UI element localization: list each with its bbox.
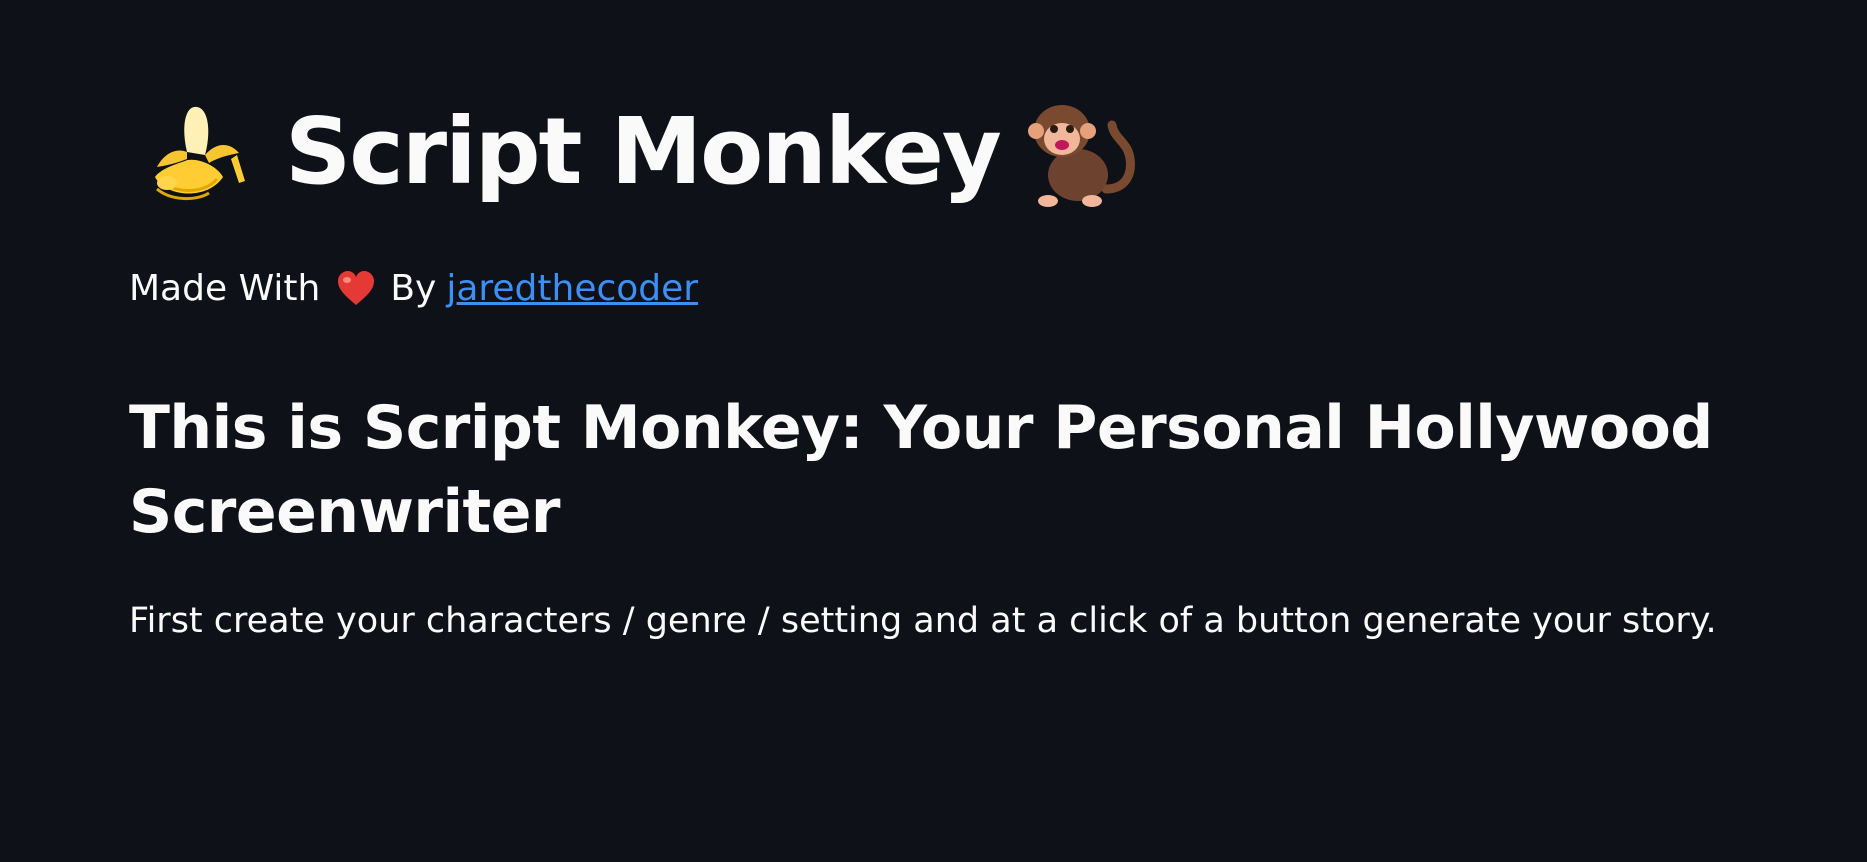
page-title: Script Monkey	[145, 92, 1136, 212]
heart-icon	[336, 269, 376, 309]
author-link[interactable]: jaredthecoder	[446, 266, 698, 312]
byline: Made With By jaredthecoder	[129, 266, 698, 312]
app-title: Script Monkey	[285, 98, 1002, 205]
by-label: By	[390, 268, 437, 309]
monkey-icon	[1026, 97, 1136, 207]
banana-icon	[145, 97, 255, 207]
made-with-label: Made With	[129, 268, 321, 309]
headline: This is Script Monkey: Your Personal Hol…	[129, 393, 1713, 547]
description: First create your characters / genre / s…	[129, 601, 1717, 641]
